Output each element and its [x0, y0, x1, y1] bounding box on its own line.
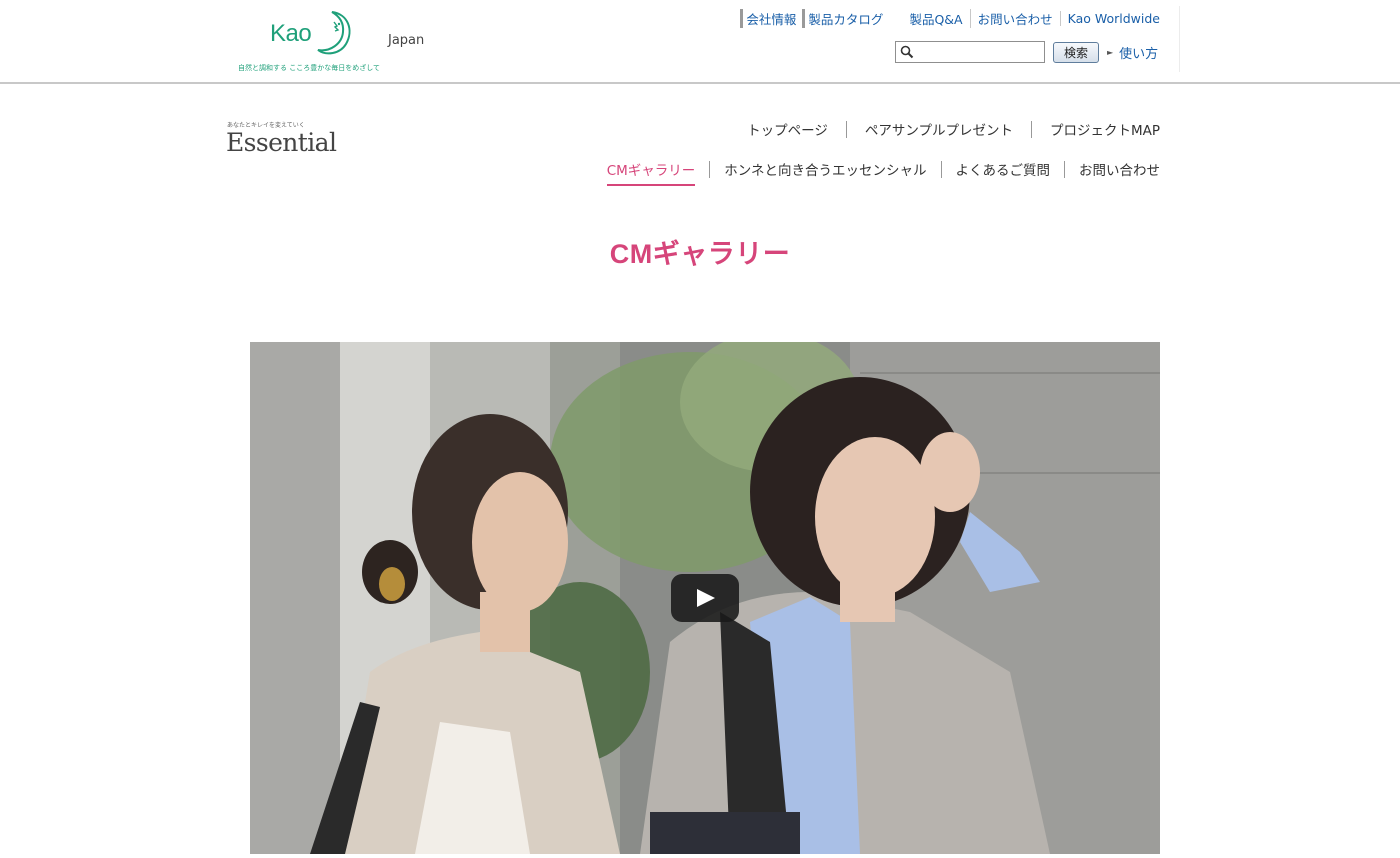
kao-moon-icon: [317, 11, 351, 55]
nav-item-faq[interactable]: よくあるご質問: [956, 159, 1051, 179]
utility-link-worldwide[interactable]: Kao Worldwide: [1059, 11, 1160, 26]
search-button[interactable]: 検索: [1053, 41, 1100, 63]
search-field[interactable]: [895, 41, 1045, 63]
nav-divider: [709, 160, 711, 178]
region-label: Japan: [388, 33, 425, 48]
brand-nav-primary: トップページ ペアサンプルプレゼント プロジェクトMAP: [747, 119, 1160, 139]
video-player[interactable]: [250, 342, 1160, 854]
nav-divider: [940, 160, 942, 178]
play-button[interactable]: [671, 574, 739, 622]
nav-divider: [1030, 120, 1032, 138]
nav-item-honne[interactable]: ホンネと向き合うエッセンシャル: [724, 159, 926, 179]
nav-item-pair-sample[interactable]: ペアサンプルプレゼント: [865, 119, 1013, 139]
utility-nav: 会社情報 製品カタログ 製品Q&A お問い合わせ Kao Worldwide: [734, 9, 1160, 28]
kao-tagline: 自然と調和する こころ豊かな毎日をめざして: [238, 64, 381, 72]
arrow-right-icon: ►: [1107, 47, 1114, 57]
nav-item-contact[interactable]: お問い合わせ: [1079, 159, 1160, 179]
howto-link-wrap: ► 使い方: [1107, 43, 1158, 62]
nav-item-top-page[interactable]: トップページ: [747, 119, 828, 139]
kao-logo-text: Kao: [270, 20, 312, 47]
nav-divider: [1064, 160, 1065, 178]
kao-logo[interactable]: Kao 自然と調和する こころ豊かな毎日をめざして: [236, 8, 386, 74]
essential-logo[interactable]: あなたとキレイを変えていく Essential: [226, 120, 337, 164]
utility-link-catalog[interactable]: 製品カタログ: [802, 9, 883, 28]
essential-logo-text: Essential: [226, 128, 337, 157]
nav-item-project-map[interactable]: プロジェクトMAP: [1050, 119, 1160, 139]
search-input[interactable]: [916, 43, 1040, 61]
nav-divider: [845, 120, 847, 138]
utility-link-contact[interactable]: お問い合わせ: [969, 9, 1053, 28]
utility-link-qa[interactable]: 製品Q&A: [909, 9, 962, 28]
header-divider: [1179, 6, 1180, 72]
utility-link-company[interactable]: 会社情報: [740, 9, 796, 28]
page-title: CMギャラリー: [609, 239, 791, 269]
site-search: 検索 ► 使い方: [895, 41, 1158, 63]
search-icon: [900, 45, 914, 59]
play-icon: [697, 589, 715, 607]
nav-item-cm-gallery[interactable]: CMギャラリー: [606, 159, 695, 186]
howto-link[interactable]: 使い方: [1119, 43, 1158, 62]
kao-global-header: Kao 自然と調和する こころ豊かな毎日をめざして Japan 会社情報 製品カ…: [0, 0, 1400, 84]
brand-nav-secondary: CMギャラリー ホンネと向き合うエッセンシャル よくあるご質問 お問い合わせ: [606, 159, 1160, 186]
